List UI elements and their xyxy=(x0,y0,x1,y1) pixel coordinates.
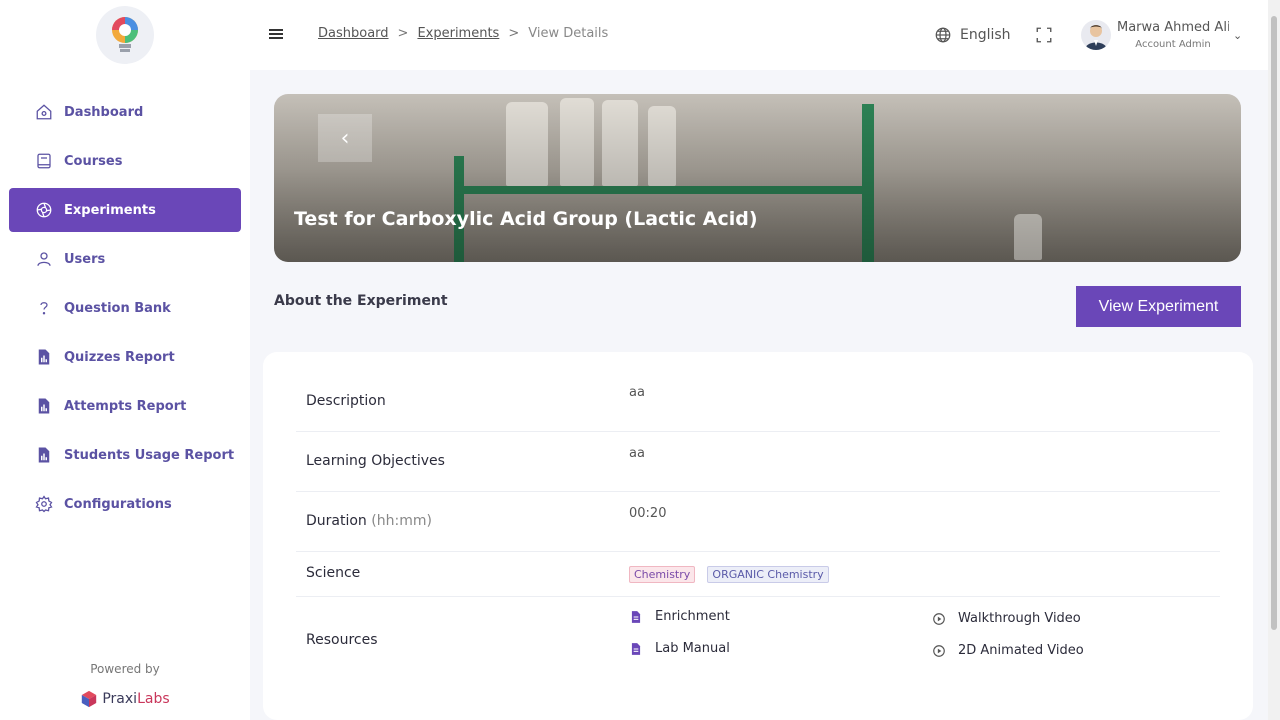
sidebar-item-label: Configurations xyxy=(64,496,172,512)
sidebar-nav: Dashboard Courses Experiments Users Ques… xyxy=(9,90,241,531)
powered-by-label: Powered by xyxy=(90,662,160,676)
objectives-value: aa xyxy=(629,446,645,461)
fullscreen-button[interactable] xyxy=(1021,0,1067,70)
breadcrumb-separator: > xyxy=(508,26,520,41)
cube-icon xyxy=(82,690,97,708)
view-experiment-button[interactable]: View Experiment xyxy=(1076,286,1241,327)
resource-walkthrough-video-label: Walkthrough Video xyxy=(958,611,1081,626)
science-tag-organic-chemistry[interactable]: ORGANIC Chemistry xyxy=(707,566,829,583)
sidebar-item-attempts-report[interactable]: Attempts Report xyxy=(9,384,241,428)
duration-hint: (hh:mm) xyxy=(371,513,432,529)
avatar xyxy=(1081,20,1111,50)
sidebar-item-label: Users xyxy=(64,251,106,267)
question-icon xyxy=(33,297,55,319)
user-info: Marwa Ahmed Ali Account Admin xyxy=(1117,20,1229,50)
resource-lab-manual-link[interactable]: Lab Manual xyxy=(629,641,730,656)
experiment-hero-banner: ‹ Test for Carboxylic Acid Group (Lactic… xyxy=(274,94,1241,262)
powered-by-footer: Powered by Praxi Labs xyxy=(0,660,250,720)
chevron-left-icon: ‹ xyxy=(340,125,350,151)
brand-name-labs: Labs xyxy=(137,691,170,707)
sidebar-item-students-usage-report[interactable]: Students Usage Report xyxy=(9,433,241,477)
sidebar-item-label: Dashboard xyxy=(64,104,144,120)
chevron-down-icon: ⌄ xyxy=(1233,28,1243,42)
detail-row-description: Description aa xyxy=(296,372,1220,432)
objectives-label: Learning Objectives xyxy=(306,453,445,469)
lightbulb-logo-icon xyxy=(96,5,154,64)
resource-lab-manual-label: Lab Manual xyxy=(655,641,730,656)
back-button[interactable]: ‹ xyxy=(318,114,372,162)
praxilabs-logo: Praxi Labs xyxy=(0,690,250,708)
experiment-title: Test for Carboxylic Acid Group (Lactic A… xyxy=(294,208,758,230)
document-icon xyxy=(631,642,641,655)
description-value: aa xyxy=(629,385,645,400)
sidebar-item-quizzes-report[interactable]: Quizzes Report xyxy=(9,335,241,379)
resources-label: Resources xyxy=(306,632,378,648)
home-icon xyxy=(33,101,55,123)
user-menu[interactable]: Marwa Ahmed Ali Account Admin ⌄ xyxy=(1067,0,1252,70)
sidebar-item-experiments[interactable]: Experiments xyxy=(9,188,241,232)
science-tag-chemistry[interactable]: Chemistry xyxy=(629,566,696,583)
user-role: Account Admin xyxy=(1135,39,1211,50)
app-logo[interactable] xyxy=(24,0,226,69)
sidebar: Dashboard Courses Experiments Users Ques… xyxy=(0,0,250,720)
scrollbar-thumb[interactable] xyxy=(1271,16,1277,630)
science-tags: Chemistry ORGANIC Chemistry xyxy=(629,566,837,583)
breadcrumb-separator: > xyxy=(397,26,409,41)
duration-label-text: Duration xyxy=(306,513,367,529)
sidebar-item-users[interactable]: Users xyxy=(9,237,241,281)
language-selector[interactable]: English xyxy=(922,0,1021,70)
detail-row-science: Science Chemistry ORGANIC Chemistry xyxy=(296,552,1220,597)
play-circle-icon xyxy=(933,644,945,657)
description-label: Description xyxy=(306,393,386,409)
resource-animated-video-link[interactable]: 2D Animated Video xyxy=(932,643,1084,658)
hamburger-icon xyxy=(269,27,283,41)
sidebar-item-courses[interactable]: Courses xyxy=(9,139,241,183)
sidebar-item-configurations[interactable]: Configurations xyxy=(9,482,241,526)
sidebar-item-label: Attempts Report xyxy=(64,398,187,414)
sidebar-item-dashboard[interactable]: Dashboard xyxy=(9,90,241,134)
user-icon xyxy=(33,248,55,270)
sidebar-item-label: Experiments xyxy=(64,202,156,218)
duration-label: Duration (hh:mm) xyxy=(306,513,432,529)
report-icon xyxy=(33,346,55,368)
gear-icon xyxy=(33,493,55,515)
science-label: Science xyxy=(306,565,361,581)
breadcrumb-current: View Details xyxy=(528,26,609,41)
globe-icon xyxy=(935,27,951,43)
sidebar-item-label: Quizzes Report xyxy=(64,349,175,365)
top-bar: Dashboard > Experiments > View Details E… xyxy=(250,0,1268,70)
sidebar-item-label: Students Usage Report xyxy=(64,447,235,463)
resource-walkthrough-video-link[interactable]: Walkthrough Video xyxy=(932,611,1081,626)
sidebar-item-question-bank[interactable]: Question Bank xyxy=(9,286,241,330)
language-label: English xyxy=(960,27,1011,43)
document-icon xyxy=(631,610,641,623)
play-circle-icon xyxy=(933,612,945,625)
report-icon xyxy=(33,444,55,466)
resource-enrichment-link[interactable]: Enrichment xyxy=(629,609,730,624)
experiment-details-card: Description aa Learning Objectives aa Du… xyxy=(263,352,1253,720)
sidebar-item-label: Question Bank xyxy=(64,300,171,316)
detail-row-objectives: Learning Objectives aa xyxy=(296,432,1220,492)
breadcrumb: Dashboard > Experiments > View Details xyxy=(318,26,608,41)
resource-enrichment-label: Enrichment xyxy=(655,609,730,624)
brand-name-praxi: Praxi xyxy=(102,691,138,707)
page-scrollbar[interactable] xyxy=(1268,0,1280,720)
sidebar-item-label: Courses xyxy=(64,153,123,169)
detail-row-duration: Duration (hh:mm) 00:20 xyxy=(296,492,1220,552)
breadcrumb-dashboard-link[interactable]: Dashboard xyxy=(318,26,389,41)
breadcrumb-experiments-link[interactable]: Experiments xyxy=(417,26,499,41)
about-heading: About the Experiment xyxy=(274,293,448,309)
book-icon xyxy=(33,150,55,172)
report-icon xyxy=(33,395,55,417)
hero-overlay xyxy=(274,94,1241,262)
expand-icon xyxy=(1036,27,1052,43)
duration-value: 00:20 xyxy=(629,506,667,521)
user-name: Marwa Ahmed Ali xyxy=(1117,20,1229,35)
aperture-icon xyxy=(33,199,55,221)
menu-toggle-button[interactable] xyxy=(250,0,302,67)
resource-animated-video-label: 2D Animated Video xyxy=(958,643,1084,658)
